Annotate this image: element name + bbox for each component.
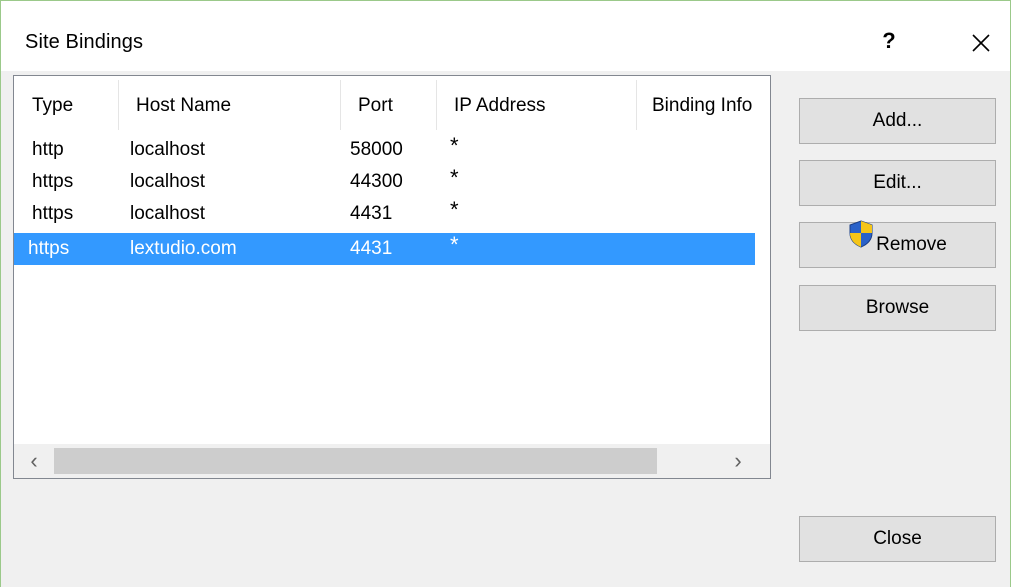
cell-ip-address: *: [450, 165, 459, 190]
browse-button[interactable]: Browse: [799, 285, 996, 331]
cell-host-name: localhost: [130, 203, 205, 224]
cell-port: 4431: [350, 203, 393, 224]
site-bindings-dialog: Site Bindings ? Type Host Name Port IP A…: [0, 0, 1011, 587]
scroll-left-icon[interactable]: ‹: [18, 444, 50, 478]
remove-button[interactable]: Remove: [799, 220, 996, 268]
table-row-selected[interactable]: https lextudio.com 4431 *: [14, 233, 755, 265]
cell-type: https: [28, 238, 70, 259]
column-header-port[interactable]: Port: [340, 76, 436, 132]
cell-port: 44300: [350, 171, 403, 192]
add-button[interactable]: Add...: [799, 98, 996, 144]
dialog-title: Site Bindings: [25, 31, 144, 53]
table-row[interactable]: https localhost 44300 *: [14, 166, 755, 198]
cell-ip-address: *: [450, 133, 459, 158]
bindings-list[interactable]: Type Host Name Port IP Address Binding I…: [13, 75, 771, 479]
column-header-host-name[interactable]: Host Name: [118, 76, 340, 132]
help-button[interactable]: ?: [872, 21, 906, 61]
cell-host-name: lextudio.com: [130, 238, 237, 259]
cell-ip-address: *: [450, 197, 459, 222]
table-row[interactable]: http localhost 58000 *: [14, 134, 755, 166]
scrollbar-thumb[interactable]: [54, 448, 657, 474]
column-header-binding-info[interactable]: Binding Info: [636, 76, 752, 132]
cell-type: http: [32, 139, 64, 160]
horizontal-scrollbar[interactable]: ‹ ›: [14, 444, 770, 478]
cell-port: 58000: [350, 139, 403, 160]
remove-button-label: Remove: [876, 234, 947, 255]
edit-button[interactable]: Edit...: [799, 160, 996, 206]
cell-type: https: [32, 171, 74, 192]
cell-port: 4431: [350, 238, 393, 259]
close-button[interactable]: Close: [799, 516, 996, 562]
column-header-type[interactable]: Type: [14, 76, 118, 132]
column-header-ip-address[interactable]: IP Address: [436, 76, 636, 132]
cell-ip-address: *: [450, 232, 459, 257]
close-icon[interactable]: [961, 23, 1001, 63]
list-header: Type Host Name Port IP Address Binding I…: [14, 76, 770, 132]
scroll-right-icon[interactable]: ›: [722, 444, 754, 478]
cell-type: https: [32, 203, 74, 224]
cell-host-name: localhost: [130, 139, 205, 160]
uac-shield-icon: [848, 220, 874, 265]
title-bar: Site Bindings ?: [1, 1, 1010, 71]
cell-host-name: localhost: [130, 171, 205, 192]
table-row[interactable]: https localhost 4431 *: [14, 198, 755, 230]
